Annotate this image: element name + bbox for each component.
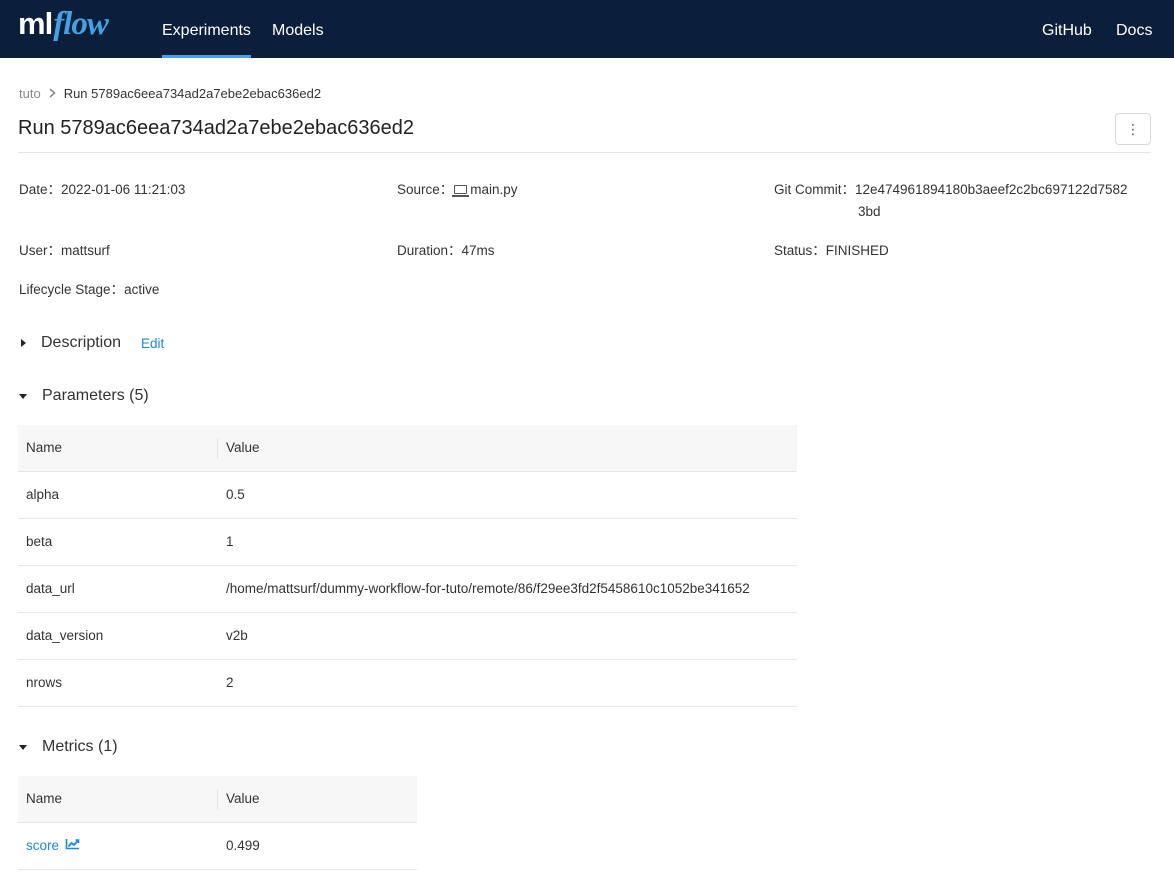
meta-user-value: mattsurf — [61, 243, 110, 258]
meta-lifecycle-label: Lifecycle Stage： — [19, 282, 125, 297]
mlflow-logo[interactable]: ml flow — [18, 6, 109, 50]
description-section-toggle[interactable]: Description Edit — [19, 334, 164, 352]
description-section-label: Description — [41, 334, 122, 351]
table-row: data_version v2b — [18, 613, 797, 660]
page-title: Run 5789ac6eea734ad2a7ebe2ebac636ed2 — [18, 117, 414, 139]
metric-name: score — [26, 838, 60, 853]
breadcrumb-current-run: Run 5789ac6eea734ad2a7ebe2ebac636ed2 — [63, 86, 322, 101]
column-divider — [217, 438, 218, 459]
table-row: score 0.499 — [18, 823, 417, 870]
logo-ml-text: ml — [18, 6, 53, 41]
meta-duration-value: 47ms — [461, 243, 495, 258]
param-name: beta — [26, 534, 53, 549]
description-edit-link[interactable]: Edit — [141, 336, 164, 351]
nav-github[interactable]: GitHub — [1042, 0, 1092, 58]
param-value: 1 — [226, 534, 234, 549]
column-header-value[interactable]: Value — [226, 425, 260, 471]
column-divider — [217, 789, 218, 810]
breadcrumb: tuto Run 5789ac6eea734ad2a7ebe2ebac636ed… — [19, 86, 321, 101]
meta-git-commit: Git Commit：12e474961894180b3aeef2c2bc697… — [774, 179, 1128, 201]
metric-value: 0.499 — [226, 838, 260, 853]
table-header-row: Name Value — [18, 425, 797, 472]
line-chart-icon — [65, 823, 80, 869]
meta-git-value-line2: 3bd — [858, 204, 881, 219]
metric-name-cell: score — [26, 823, 80, 869]
param-name: alpha — [26, 487, 60, 502]
logo-flow-text: flow — [53, 6, 109, 42]
meta-status: Status：FINISHED — [774, 240, 889, 262]
meta-date-value: 2022-01-06 11:21:03 — [61, 182, 186, 197]
table-row: beta 1 — [18, 519, 797, 566]
column-header-name[interactable]: Name — [26, 776, 62, 822]
meta-git-commit-wrap: 3bd — [858, 201, 881, 223]
table-row: nrows 2 — [18, 660, 797, 707]
table-row: alpha 0.5 — [18, 472, 797, 519]
meta-git-value-line1: 12e474961894180b3aeef2c2bc697122d7582 — [855, 182, 1128, 197]
param-value: v2b — [226, 628, 248, 643]
param-value: 0.5 — [226, 487, 245, 502]
caret-right-icon — [21, 339, 26, 347]
vertical-dots-icon: ⋮ — [1126, 121, 1140, 137]
column-header-value[interactable]: Value — [226, 776, 260, 822]
breadcrumb-experiment-link[interactable]: tuto — [19, 86, 41, 101]
metric-score-link[interactable]: score — [26, 823, 80, 869]
meta-source: Source： main.py — [397, 179, 518, 201]
parameters-table: Name Value alpha 0.5 beta 1 data_url /ho… — [18, 425, 797, 707]
metrics-section-label: Metrics (1) — [42, 738, 118, 755]
param-name: data_version — [26, 628, 104, 643]
column-header-name[interactable]: Name — [26, 425, 62, 471]
table-header-row: Name Value — [18, 776, 417, 823]
meta-status-label: Status： — [774, 243, 826, 258]
title-divider — [18, 152, 1151, 153]
top-navigation-bar: ml flow Experiments Models GitHub Docs — [0, 0, 1174, 58]
chevron-right-icon — [49, 87, 56, 101]
nav-docs[interactable]: Docs — [1116, 0, 1152, 58]
meta-source-label: Source： — [397, 182, 454, 197]
caret-down-icon — [19, 744, 27, 750]
metrics-section-toggle[interactable]: Metrics (1) — [19, 738, 118, 756]
parameters-section-label: Parameters (5) — [42, 387, 149, 404]
caret-down-icon — [19, 393, 27, 399]
param-name: data_url — [26, 581, 75, 596]
param-value: 2 — [226, 675, 234, 690]
meta-duration: Duration：47ms — [397, 240, 495, 262]
more-options-button[interactable]: ⋮ — [1115, 113, 1151, 145]
meta-status-value: FINISHED — [825, 243, 889, 258]
laptop-icon — [452, 185, 470, 197]
parameters-section-toggle[interactable]: Parameters (5) — [19, 387, 149, 405]
param-name: nrows — [26, 675, 63, 690]
meta-user-label: User： — [19, 243, 62, 258]
nav-models[interactable]: Models — [272, 0, 324, 58]
meta-source-value[interactable]: main.py — [470, 182, 517, 197]
nav-experiments[interactable]: Experiments — [162, 0, 251, 58]
param-value: /home/mattsurf/dummy-workflow-for-tuto/r… — [226, 581, 750, 596]
table-row: data_url /home/mattsurf/dummy-workflow-f… — [18, 566, 797, 613]
meta-date-label: Date： — [19, 182, 62, 197]
meta-lifecycle: Lifecycle Stage：active — [19, 279, 159, 301]
meta-date: Date：2022-01-06 11:21:03 — [19, 179, 185, 201]
meta-duration-label: Duration： — [397, 243, 462, 258]
metrics-table: Name Value score 0.499 — [18, 776, 417, 870]
meta-git-label: Git Commit： — [774, 182, 855, 197]
meta-user: User：mattsurf — [19, 240, 110, 262]
meta-lifecycle-value: active — [124, 282, 160, 297]
